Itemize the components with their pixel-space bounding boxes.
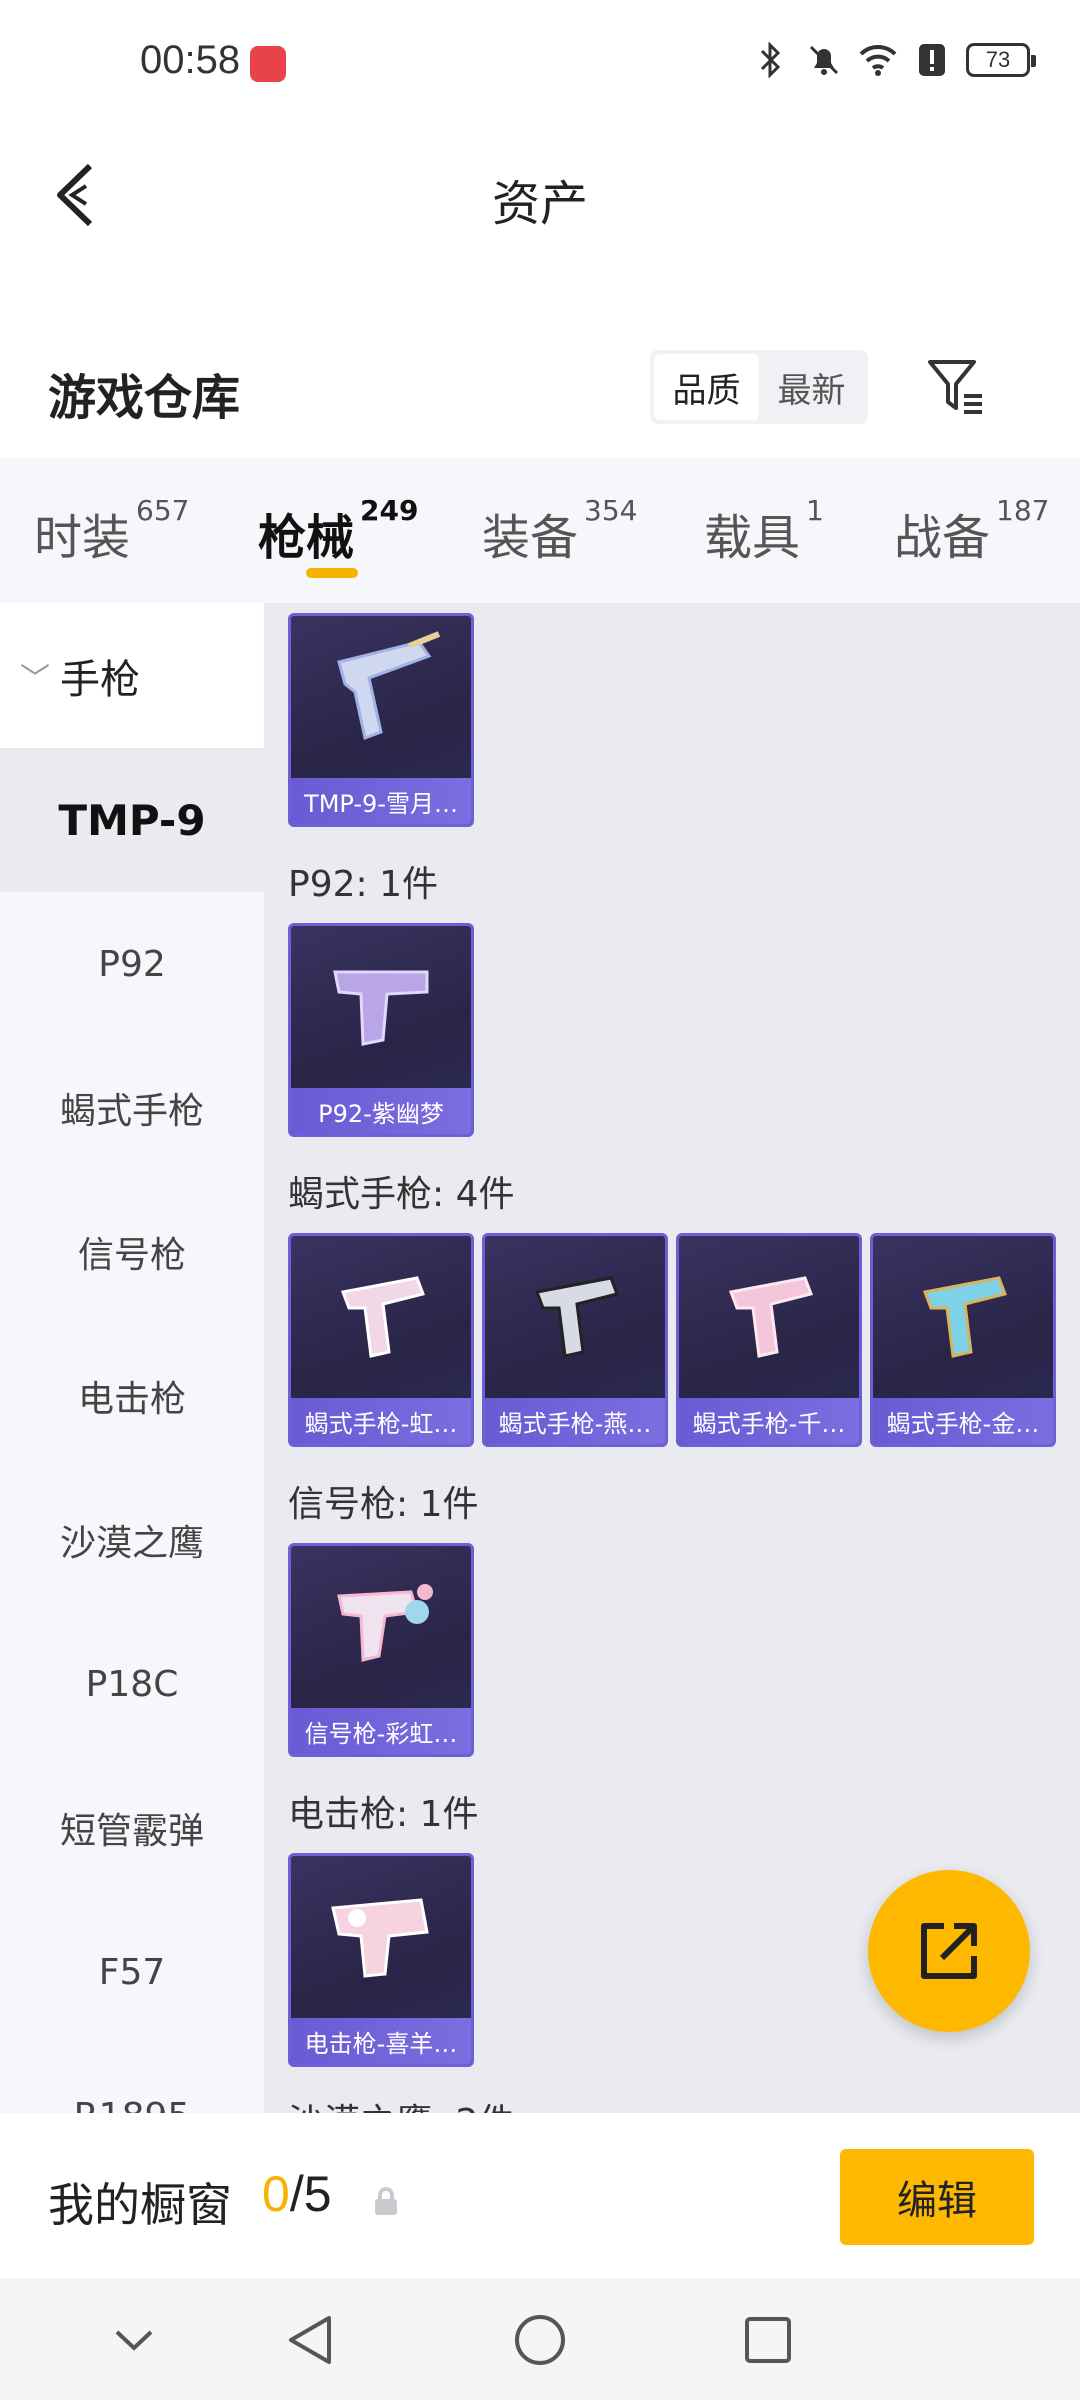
section-label-stun-gun: 电击枪: 1件 (288, 1794, 479, 1835)
tab-label: 装备 (482, 510, 579, 566)
chevron-down-icon (115, 2330, 153, 2351)
smg-skin-icon (728, 1276, 813, 1358)
sort-toggle: 品质 最新 (650, 350, 868, 424)
sidebar-item-f57[interactable]: F57 (0, 1900, 264, 2044)
sidebar-item-tmp9[interactable]: TMP-9 (0, 748, 264, 892)
smg-skin-icon (534, 1276, 619, 1358)
item-card-label: 蝎式手枪-千… (679, 1398, 859, 1444)
edit-button[interactable]: 编辑 (840, 2149, 1034, 2245)
section-label-flare-gun: 信号枪: 1件 (288, 1484, 479, 1525)
sort-quality-option[interactable]: 品质 (654, 354, 759, 420)
showcase-bar: 我的橱窗 0/5 编辑 (0, 2113, 1080, 2278)
nav-home-button[interactable] (500, 2300, 580, 2380)
sidebar: ﹀ 手枪 TMP-9 P92 蝎式手枪 信号枪 电击枪 沙漠之鹰 P18C 短管… (0, 603, 264, 2113)
filter-icon (928, 360, 982, 414)
filter-button[interactable] (920, 350, 992, 422)
item-card-p92[interactable]: P92-紫幽梦 (288, 923, 474, 1137)
tab-count: 249 (360, 494, 419, 527)
sidebar-item-scorpion[interactable]: 蝎式手枪 (0, 1036, 264, 1180)
item-card-scorpion-4[interactable]: 蝎式手枪-金… (870, 1233, 1056, 1447)
pistol-skin-icon (333, 970, 429, 1046)
showcase-current: 0 (262, 2166, 290, 2222)
item-card-tmp9[interactable]: TMP-9-雪月… (288, 613, 474, 827)
nav-back-button[interactable] (270, 2300, 350, 2380)
status-time: 00:58 (140, 38, 241, 82)
nav-collapse-button[interactable] (94, 2300, 174, 2380)
tab-label: 战备 (894, 510, 991, 566)
section-label-scorpion: 蝎式手枪: 4件 (288, 1174, 515, 1215)
tab-label: 枪械 (258, 510, 355, 566)
nav-back-icon (289, 2316, 331, 2364)
active-tab-indicator (306, 568, 358, 578)
app-notification-icon (250, 46, 286, 82)
sidebar-group-label: 手枪 (60, 656, 140, 703)
status-bar: 00:58 73 (0, 0, 1080, 130)
section-label-desert-eagle: 沙漠之鹰: 2件 (288, 2093, 514, 2113)
showcase-title: 我的橱窗 (48, 2178, 232, 2232)
tab-fashion[interactable]: 时装 657 (34, 494, 189, 568)
page-title: 资产 (491, 176, 588, 232)
tab-firearms[interactable]: 枪械 249 (258, 494, 418, 568)
sidebar-item-r1895[interactable]: R1895 (0, 2044, 264, 2114)
header: 资产 (0, 130, 1080, 260)
item-card-label: 蝎式手枪-金… (873, 1398, 1053, 1444)
nav-recent-button[interactable] (728, 2300, 808, 2380)
item-card-label: TMP-9-雪月… (291, 778, 471, 824)
alert-icon (912, 40, 952, 80)
item-card-stun-gun[interactable]: 电击枪-喜羊… (288, 1853, 474, 2067)
item-card-label: 蝎式手枪-燕… (485, 1398, 665, 1444)
lock-icon (375, 2187, 397, 2215)
sidebar-group-pistol[interactable]: ﹀ 手枪 (0, 603, 264, 748)
tab-supplies[interactable]: 战备 187 (894, 494, 1049, 568)
sidebar-item-flare-gun[interactable]: 信号枪 (0, 1180, 264, 1324)
smg-skin-icon (340, 1276, 425, 1358)
item-card-scorpion-2[interactable]: 蝎式手枪-燕… (482, 1233, 668, 1447)
sidebar-item-stun-gun[interactable]: 电击枪 (0, 1324, 264, 1468)
sidebar-item-desert-eagle[interactable]: 沙漠之鹰 (0, 1468, 264, 1612)
item-card-scorpion-1[interactable]: 蝎式手枪-虹… (288, 1233, 474, 1447)
item-card-label: 电击枪-喜羊… (291, 2018, 471, 2064)
mute-bell-icon (804, 40, 844, 80)
tab-count: 1 (806, 494, 824, 527)
sidebar-item-sawed-off[interactable]: 短管霰弹 (0, 1756, 264, 1900)
showcase-total: /5 (289, 2166, 332, 2222)
stun-gun-skin-icon (331, 1898, 429, 1978)
status-icons: 73 (750, 40, 1036, 80)
share-icon (921, 1923, 977, 1979)
tab-label: 载具 (704, 510, 801, 566)
tab-label: 时装 (34, 510, 131, 566)
tab-count: 354 (584, 494, 638, 527)
navigation-bar (0, 2278, 1080, 2400)
smg-skin-icon (337, 631, 441, 741)
tab-count: 657 (136, 494, 190, 527)
tab-count: 187 (996, 494, 1050, 527)
category-tabs: 时装 657 枪械 249 装备 354 载具 1 战备 187 (0, 458, 1080, 603)
showcase-count: 0/5 (262, 2165, 332, 2223)
item-card-label: 蝎式手枪-虹… (291, 1398, 471, 1444)
chevron-down-icon: ﹀ (20, 661, 50, 697)
item-card-flare-gun[interactable]: 信号枪-彩虹… (288, 1543, 474, 1757)
section-label-p92: P92: 1件 (288, 864, 438, 905)
sort-latest-option[interactable]: 最新 (759, 354, 864, 420)
flare-gun-skin-icon (337, 1584, 433, 1662)
sidebar-item-p18c[interactable]: P18C (0, 1612, 264, 1756)
battery-icon: 73 (966, 43, 1036, 77)
tab-equipment[interactable]: 装备 354 (482, 494, 637, 568)
wifi-icon (858, 40, 898, 80)
item-card-scorpion-3[interactable]: 蝎式手枪-千… (676, 1233, 862, 1447)
sidebar-item-p92[interactable]: P92 (0, 892, 264, 1036)
bluetooth-icon (750, 40, 790, 80)
item-card-label: P92-紫幽梦 (291, 1088, 471, 1134)
nav-home-icon (515, 2315, 565, 2365)
tab-vehicles[interactable]: 载具 1 (704, 494, 824, 568)
smg-skin-icon (922, 1276, 1007, 1358)
warehouse-title: 游戏仓库 (48, 370, 241, 426)
nav-recent-icon (745, 2317, 791, 2363)
item-card-label: 信号枪-彩虹… (291, 1708, 471, 1754)
share-button[interactable] (868, 1870, 1030, 2032)
